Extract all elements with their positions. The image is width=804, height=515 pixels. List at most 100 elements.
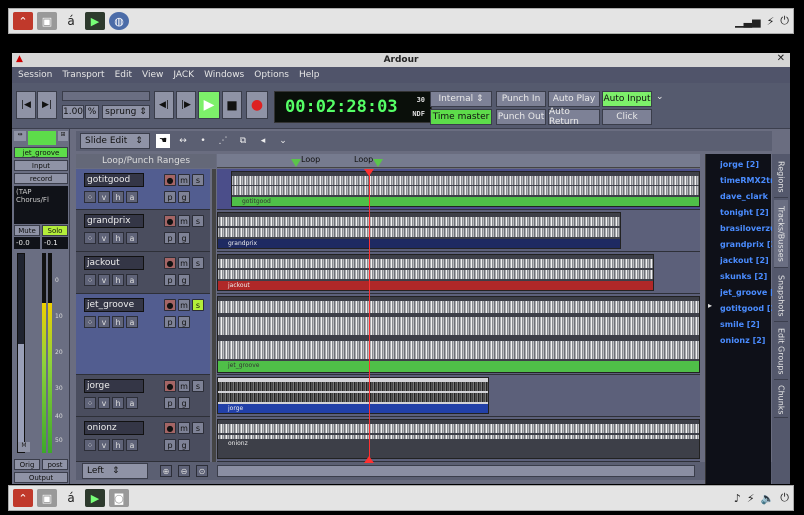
record-strip-button[interactable]: record [14, 173, 68, 184]
sync-select[interactable]: Internal ⇕ [430, 91, 492, 107]
mute-button[interactable]: m [178, 380, 190, 392]
region-item[interactable]: gotitgood [2] [720, 304, 774, 313]
power-icon[interactable]: ⏻ [780, 491, 789, 505]
region[interactable]: jet_groove [217, 296, 700, 373]
menu-icon[interactable]: ⌃ [13, 489, 33, 507]
track-name[interactable]: jackout [84, 256, 144, 270]
tab-regions[interactable]: Regions [774, 156, 788, 198]
play-range-button[interactable]: |▶ [176, 91, 196, 119]
zoom-tool-icon[interactable]: ⋰ [216, 134, 230, 148]
tab-tracks-busses[interactable]: Tracks/Busses [774, 200, 788, 268]
orig-button[interactable]: Orig [14, 459, 40, 470]
shuttle-slider[interactable] [62, 91, 150, 101]
mute-button[interactable]: m [178, 422, 190, 434]
zoom-focus-select[interactable]: Left ⇕ [82, 463, 148, 479]
window-menu-icon[interactable]: ▲ [16, 54, 23, 64]
hide-button[interactable]: ⊞ [58, 131, 68, 141]
track-lane[interactable]: grandprix [217, 210, 700, 252]
view-button[interactable]: v [98, 439, 110, 451]
rec-enable-button[interactable]: ● [164, 299, 176, 311]
region-item[interactable]: jet_groove [ [720, 288, 774, 297]
group-button[interactable]: g [178, 316, 190, 328]
zoom-out-icon[interactable]: ⊖ [178, 465, 190, 477]
meter-point-button[interactable]: M [18, 442, 30, 452]
auto-input-button[interactable]: Auto Input [602, 91, 652, 107]
automation-button[interactable]: a [126, 439, 138, 451]
menu-icon[interactable]: ⌃ [13, 12, 33, 30]
playhead-marker-bottom[interactable] [364, 456, 374, 463]
track-name[interactable]: jorge [84, 379, 144, 393]
region-item[interactable]: jackout [2] [720, 256, 774, 265]
playlist-icon[interactable]: ⁘ [84, 232, 96, 244]
region-item[interactable]: dave_clark [720, 192, 774, 201]
solo-button[interactable]: s [192, 257, 204, 269]
loop-start-flag[interactable] [291, 159, 301, 167]
playlist-button[interactable]: p [164, 439, 176, 451]
punch-in-button[interactable]: Punch In [496, 91, 546, 107]
loop-punch-ruler[interactable]: Loop Loop [217, 154, 700, 168]
solo-button[interactable]: s [192, 422, 204, 434]
menu-edit[interactable]: Edit [115, 70, 132, 80]
range-tool-icon[interactable]: ↔ [176, 134, 190, 148]
track-lane[interactable]: gotitgood [217, 169, 700, 210]
region-item[interactable]: skunks [2] [720, 272, 774, 281]
mute-button[interactable]: Mute [14, 225, 40, 236]
tab-snapshots[interactable]: Snapshots [774, 270, 788, 322]
close-icon[interactable]: ✕ [777, 53, 785, 64]
playlist-button[interactable]: p [164, 397, 176, 409]
view-button[interactable]: v [98, 397, 110, 409]
terminal-icon[interactable]: ▶ [85, 12, 105, 30]
zoom-in-icon[interactable]: ⊕ [160, 465, 172, 477]
solo-button[interactable]: s [192, 380, 204, 392]
track-lane[interactable]: jorge [217, 375, 700, 417]
record-button[interactable]: ● [246, 91, 268, 119]
solo-button[interactable]: s [192, 215, 204, 227]
region-item[interactable]: grandprix [2] [720, 240, 774, 249]
track-header[interactable]: gotitgood ● m s ⁘ v h a p g [76, 169, 210, 210]
zoom-fit-icon[interactable]: ⊙ [196, 465, 208, 477]
goto-start-button[interactable]: |◀ [16, 91, 36, 119]
view-button[interactable]: v [98, 274, 110, 286]
automation-button[interactable]: a [126, 397, 138, 409]
menu-options[interactable]: Options [254, 70, 289, 80]
playlist-button[interactable]: p [164, 232, 176, 244]
expander-icon[interactable]: ▸ [708, 301, 712, 310]
rec-enable-button[interactable]: ● [164, 380, 176, 392]
track-header[interactable]: onionz ● m s ⁘ v h a p g [76, 417, 210, 462]
volume-icon[interactable]: 🔈 [761, 492, 775, 505]
menu-session[interactable]: Session [18, 70, 52, 80]
tab-edit-groups[interactable]: Edit Groups [774, 324, 788, 380]
region[interactable]: jackout [217, 254, 654, 291]
hide-button[interactable]: h [112, 316, 124, 328]
menu-jack[interactable]: JACK [173, 70, 194, 80]
primary-clock[interactable]: 00:02:28:03 30 NDF [274, 91, 432, 123]
text-a-icon[interactable]: á [61, 12, 81, 30]
grab-tool-icon[interactable]: ☚ [156, 134, 170, 148]
chevron-down-icon[interactable]: ⌄ [276, 134, 290, 148]
region-item[interactable]: timeRMX2tr [720, 176, 774, 185]
punch-out-button[interactable]: Punch Out [496, 109, 546, 125]
track-header[interactable]: jorge ● m s ⁘ v h a p g [76, 375, 210, 417]
group-button[interactable]: g [178, 191, 190, 203]
track-lane[interactable]: jackout [217, 252, 700, 294]
automation-button[interactable]: a [126, 232, 138, 244]
region[interactable]: gotitgood [231, 171, 700, 207]
power-icon[interactable]: ⏻ [780, 14, 789, 28]
region-item[interactable]: tonight [2] [720, 208, 774, 217]
width-button[interactable]: ⇹ [14, 131, 26, 141]
gain-fader[interactable] [17, 253, 25, 453]
region[interactable]: jorge [217, 377, 489, 414]
mixer-icon[interactable]: ♪ [734, 492, 741, 505]
playlist-icon[interactable]: ⁘ [84, 397, 96, 409]
output-button[interactable]: Output [14, 472, 68, 483]
loop-end-flag[interactable] [373, 159, 383, 167]
playlist-icon[interactable]: ⁘ [84, 439, 96, 451]
post-button[interactable]: post [42, 459, 68, 470]
edit-mode-select[interactable]: Slide Edit ⇕ [80, 133, 150, 149]
play-button[interactable]: ▶ [198, 91, 220, 119]
network-icon[interactable]: ⚡ [767, 15, 775, 28]
mute-button[interactable]: m [178, 215, 190, 227]
camera-icon[interactable]: ◙ [109, 489, 129, 507]
automation-button[interactable]: a [126, 191, 138, 203]
rec-enable-button[interactable]: ● [164, 215, 176, 227]
